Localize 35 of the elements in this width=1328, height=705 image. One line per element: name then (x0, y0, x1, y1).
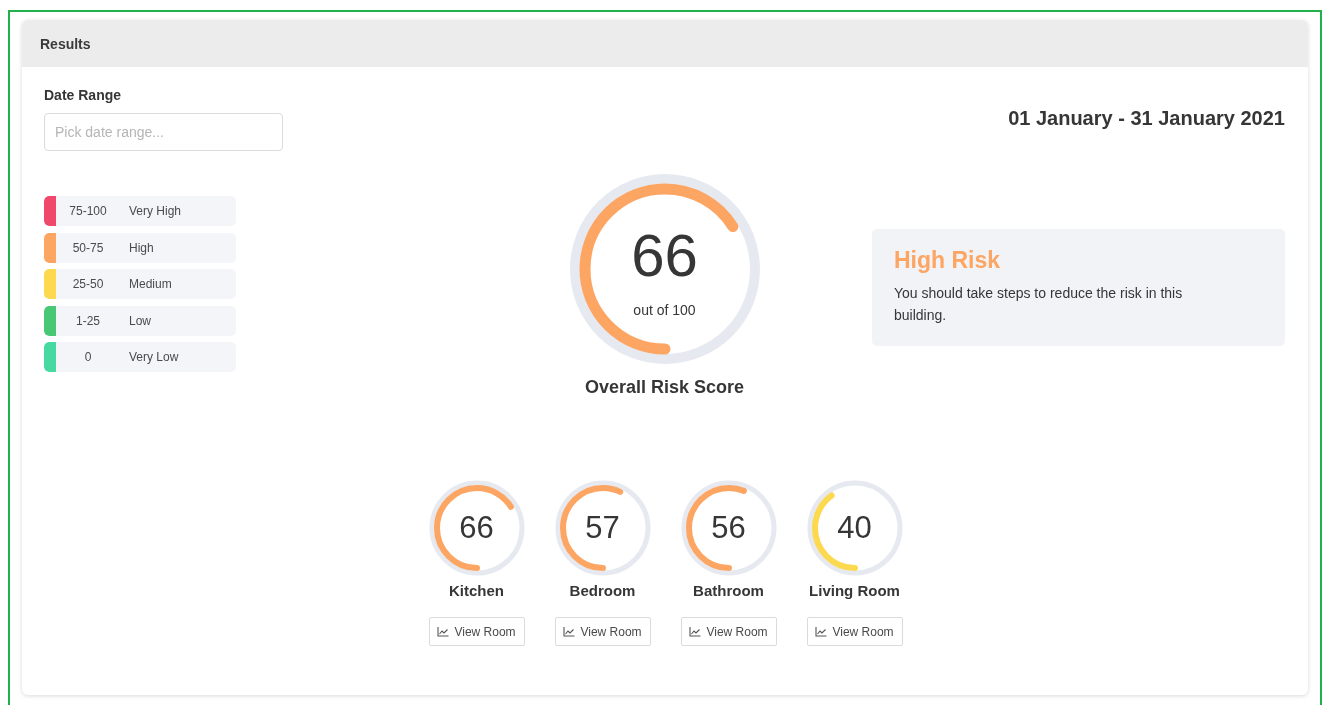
card-title: Results (40, 35, 91, 52)
legend-label: Medium (129, 277, 172, 291)
line-chart-icon (437, 626, 450, 637)
legend-label: Very High (129, 204, 182, 218)
room-name: Kitchen (449, 582, 504, 599)
view-room-button[interactable]: View Room (554, 617, 651, 646)
room-score: 66 (458, 510, 495, 546)
view-room-button[interactable]: View Room (428, 617, 525, 646)
legend-range: 0 (83, 350, 93, 364)
legend-range: 50-75 (71, 240, 105, 255)
room-name: Living Room (809, 582, 900, 599)
overall-score: 66 (631, 226, 698, 286)
line-chart-icon (689, 626, 702, 637)
line-chart-icon (563, 626, 576, 637)
room-score: 57 (584, 510, 621, 546)
room-name: Bathroom (693, 582, 764, 599)
risk-title: High Risk (894, 247, 1002, 274)
date-range-label: Date Range (44, 87, 123, 103)
score-caption: out of 100 (633, 302, 696, 318)
room-score: 40 (836, 510, 873, 546)
gauge-label: Overall Risk Score (584, 377, 745, 398)
room-score: 56 (710, 510, 747, 546)
legend-label: Very Low (129, 350, 179, 364)
legend-range: 75-100 (68, 204, 108, 218)
legend-range: 25-50 (71, 277, 105, 291)
risk-message: You should take steps to reduce the risk in this building. (894, 284, 1184, 325)
view-room-button[interactable]: View Room (680, 617, 777, 646)
legend-label: Low (129, 313, 151, 328)
view-room-button[interactable]: View Room (806, 617, 903, 646)
period-title: 01 January - 31 January 2021 (1008, 107, 1285, 130)
date-range-field[interactable]: Pick date range... (44, 113, 283, 151)
legend-label: High (129, 240, 154, 255)
room-name: Bedroom (569, 582, 636, 599)
line-chart-icon (815, 626, 828, 637)
legend-range: 1-25 (75, 313, 101, 328)
